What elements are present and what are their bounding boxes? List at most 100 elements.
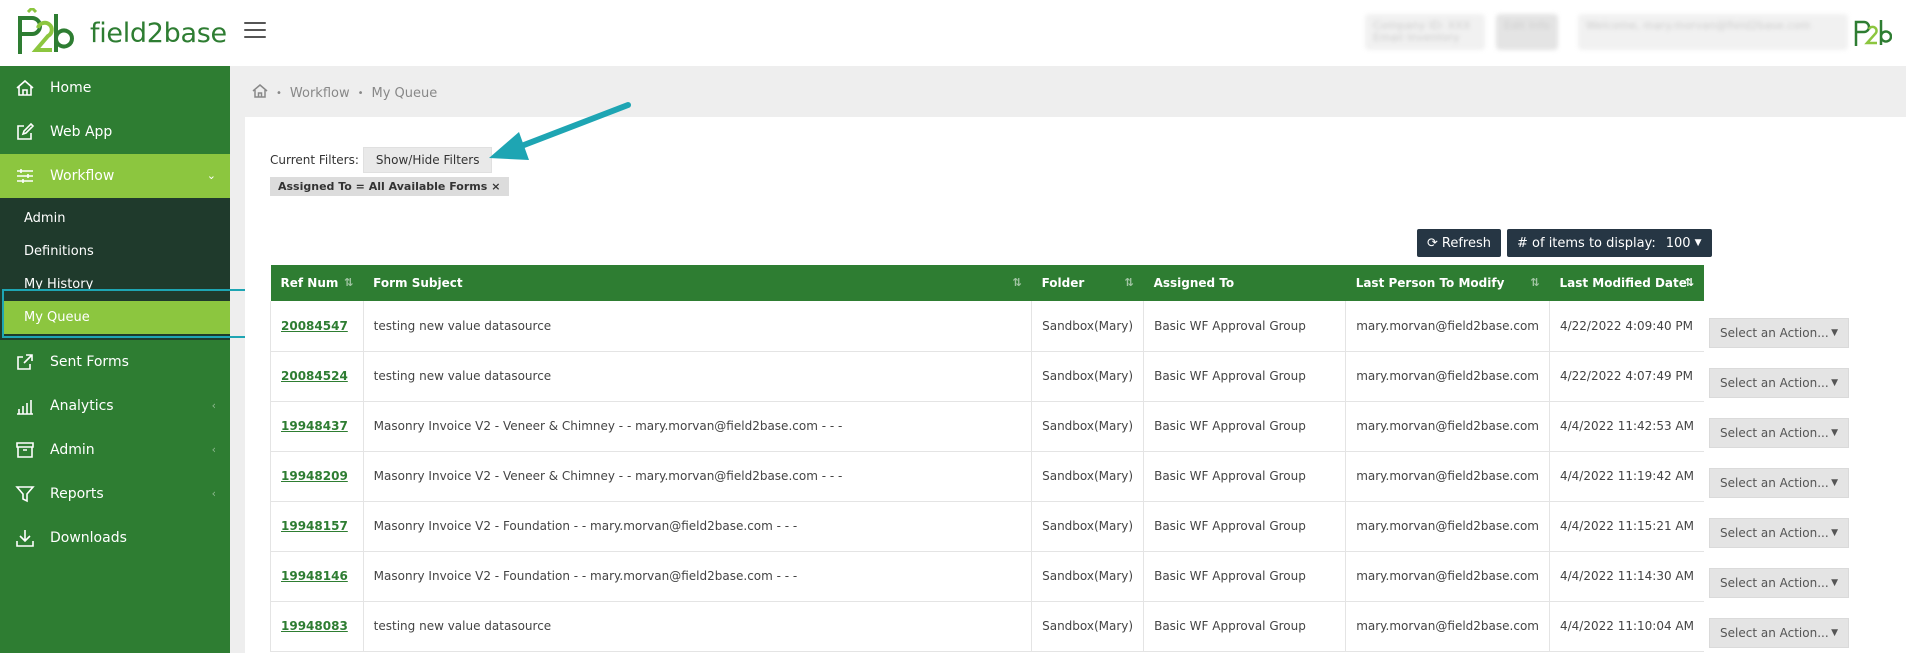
cell-last-modified: 4/22/2022 4:09:40 PM [1549,301,1704,352]
column-header-form-subject[interactable]: Form Subject ⇅ [363,265,1032,301]
refresh-icon: ⟳ [1427,235,1438,251]
sidebar-item-home[interactable]: Home [0,66,230,110]
sort-icon[interactable]: ⇅ [1124,276,1133,289]
cell-form-subject: Masonry Invoice V2 - Foundation - - mary… [363,551,1033,602]
breadcrumb-home-icon[interactable] [252,83,268,103]
select-action-dropdown[interactable]: Select an Action... ▼ [1709,418,1849,448]
sort-icon[interactable]: ⇅ [1685,276,1694,289]
cell-last-person: mary.morvan@field2base.com [1345,301,1550,352]
cell-folder: Sandbox(Mary) [1031,351,1145,402]
select-action-dropdown[interactable]: Select an Action... ▼ [1709,618,1849,648]
table-row: 20084547 testing new value datasource Sand… [270,301,1704,352]
edit-info-blurred[interactable]: Edit Info [1496,14,1558,50]
submenu-item-admin[interactable]: Admin [0,202,230,235]
ref-num-link[interactable]: 19948146 [281,569,348,583]
f2b-logo-icon [18,8,74,54]
select-action-dropdown[interactable]: Select an Action... ▼ [1709,368,1849,398]
sort-icon[interactable]: ⇅ [1012,276,1021,289]
sidebar-item-sent-forms[interactable]: Sent Forms [0,340,230,384]
cell-ref-num: 19948146 [270,551,364,602]
cell-ref-num: 19948437 [270,401,364,452]
cell-last-modified: 4/4/2022 11:19:42 AM [1549,451,1704,502]
sidebar-item-label: Downloads [50,530,127,546]
cell-form-subject: testing new value datasource [363,351,1033,402]
column-header-last-modified[interactable]: Last Modified Date ⇅ [1549,265,1704,301]
sidebar-item-web-app[interactable]: Web App [0,110,230,154]
chevron-left-icon: ‹ [211,487,216,500]
cell-last-modified: 4/22/2022 4:07:49 PM [1549,351,1704,402]
cell-assigned-to: Basic WF Approval Group [1143,501,1347,552]
archive-icon [14,439,36,461]
show-hide-filters-button[interactable]: Show/Hide Filters [362,147,493,173]
cell-ref-num: 20084547 [270,301,364,352]
cell-last-person: mary.morvan@field2base.com [1345,551,1550,602]
cell-last-modified: 4/4/2022 11:14:30 AM [1549,551,1704,602]
sidebar-item-admin[interactable]: Admin ‹ [0,428,230,472]
column-header-ref-num[interactable]: Ref Num ⇅ [270,265,364,301]
select-action-label: Select an Action... [1720,626,1829,640]
cell-last-modified: 4/4/2022 11:15:21 AM [1549,501,1704,552]
select-action-label: Select an Action... [1720,326,1829,340]
ref-num-link[interactable]: 20084524 [281,369,348,383]
select-action-dropdown[interactable]: Select an Action... ▼ [1709,318,1849,348]
sidebar-item-label: Home [50,80,92,96]
close-icon[interactable]: × [491,180,500,193]
sidebar-item-label: Reports [50,486,104,502]
sort-icon[interactable]: ⇅ [344,276,353,289]
submenu-item-my-queue[interactable]: My Queue [4,301,230,334]
cell-last-person: mary.morvan@field2base.com [1345,501,1550,552]
ref-num-link[interactable]: 20084547 [281,319,348,333]
caret-down-icon: ▼ [1831,578,1838,588]
select-action-dropdown[interactable]: Select an Action... ▼ [1709,568,1849,598]
cell-folder: Sandbox(Mary) [1031,551,1145,602]
breadcrumb-separator: • [276,87,282,99]
workflow-icon [14,165,36,187]
sidebar-item-analytics[interactable]: Analytics ‹ [0,384,230,428]
edit-icon [14,121,36,143]
sidebar-item-label: Sent Forms [50,354,129,370]
breadcrumb-current: My Queue [371,85,438,101]
welcome-user-blurred[interactable]: Welcome, mary.morvan@field2base.com [1578,14,1848,50]
table-row: 19948083 testing new value datasource Sand… [270,601,1704,652]
cell-folder: Sandbox(Mary) [1031,401,1145,452]
sidebar-item-reports[interactable]: Reports ‹ [0,472,230,516]
filter-tag-assigned-to[interactable]: Assigned To = All Available Forms × [270,177,509,196]
select-action-label: Select an Action... [1720,526,1829,540]
cell-ref-num: 20084524 [270,351,364,402]
ref-num-link[interactable]: 19948437 [281,419,348,433]
ref-num-link[interactable]: 19948209 [281,469,348,483]
caret-down-icon: ▼ [1831,378,1838,388]
cell-folder: Sandbox(Mary) [1031,301,1145,352]
breadcrumb-workflow-link[interactable]: Workflow [290,86,350,101]
column-header-assigned-to[interactable]: Assigned To [1143,265,1346,301]
ref-num-link[interactable]: 19948157 [281,519,348,533]
filter-icon [14,483,36,505]
account-info-blurred: Company ID: XXX Email Inventory [1365,14,1485,50]
cell-last-person: mary.morvan@field2base.com [1345,351,1550,402]
column-header-folder[interactable]: Folder ⇅ [1031,265,1144,301]
select-action-dropdown[interactable]: Select an Action... ▼ [1709,518,1849,548]
items-to-display-dropdown[interactable]: # of items to display: 100 ▼ [1507,229,1712,257]
brand-logo[interactable]: field2base [14,8,227,58]
cell-last-modified: 4/4/2022 11:10:04 AM [1549,601,1704,652]
cell-last-person: mary.morvan@field2base.com [1345,401,1550,452]
sidebar-item-workflow[interactable]: Workflow ⌄ [0,154,230,198]
caret-down-icon: ▼ [1694,238,1702,248]
cell-folder: Sandbox(Mary) [1031,601,1145,652]
sidebar-item-label: Workflow [50,168,115,184]
ref-num-link[interactable]: 19948083 [281,619,348,633]
sidebar-item-label: Analytics [50,398,114,414]
select-action-dropdown[interactable]: Select an Action... ▼ [1709,468,1849,498]
sort-icon[interactable]: ⇅ [1530,276,1539,289]
submenu-item-definitions[interactable]: Definitions [0,235,230,268]
cell-form-subject: Masonry Invoice V2 - Foundation - - mary… [363,501,1033,552]
sidebar-item-downloads[interactable]: Downloads [0,516,230,560]
submenu-item-my-history[interactable]: My History [0,268,230,301]
cell-last-person: mary.morvan@field2base.com [1345,601,1550,652]
cell-folder: Sandbox(Mary) [1031,501,1145,552]
column-header-last-person[interactable]: Last Person To Modify ⇅ [1345,265,1550,301]
menu-toggle-icon[interactable] [244,22,266,40]
table-row: 19948437 Masonry Invoice V2 - Veneer & Ch… [270,401,1704,452]
refresh-button[interactable]: ⟳ Refresh [1417,229,1501,257]
caret-down-icon: ▼ [1831,478,1838,488]
